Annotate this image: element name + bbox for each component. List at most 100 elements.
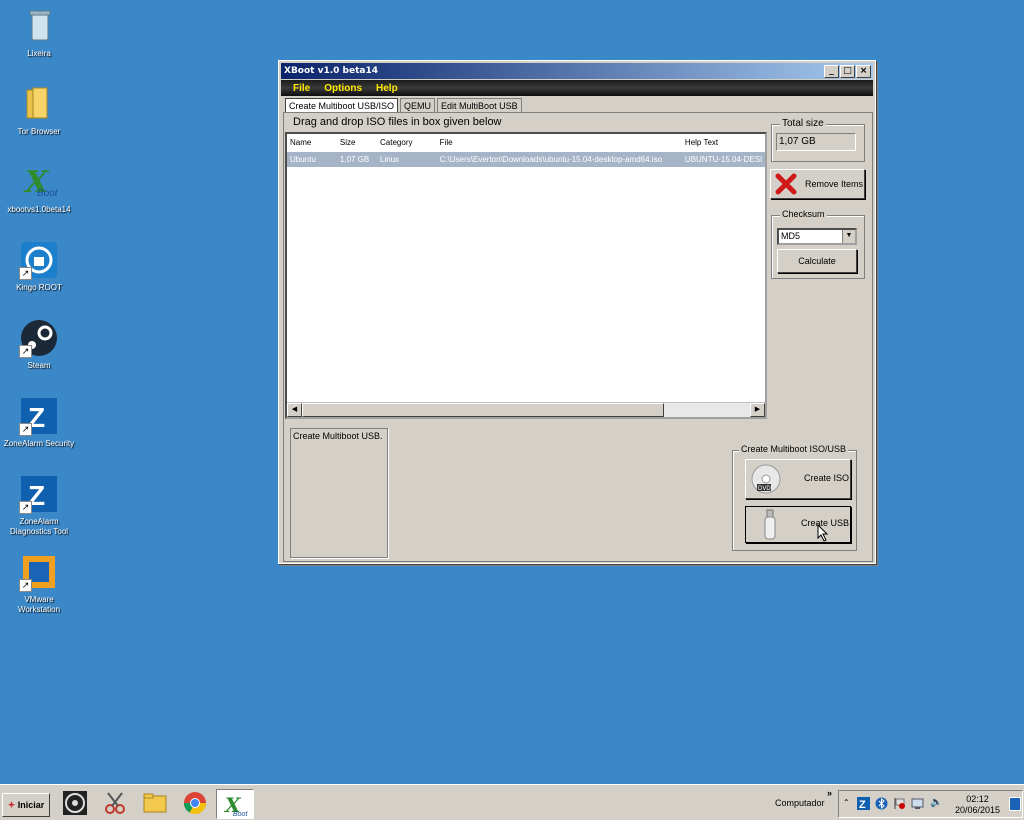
scroll-thumb[interactable]	[302, 403, 664, 417]
row-help: UBUNTU-15.04-DESI	[684, 155, 763, 164]
fan-icon	[63, 791, 87, 815]
folder-icon	[143, 793, 167, 813]
desktop-icon-label: ZoneAlarm Diagnostics Tool	[9, 517, 69, 536]
network-tray-icon[interactable]	[911, 797, 924, 810]
dvd-icon: DVD	[751, 464, 781, 494]
title-bar[interactable]: XBoot v1.0 beta14 _ □ ×	[281, 63, 873, 79]
total-size-legend: Total size	[780, 118, 826, 129]
total-size-group: Total size 1,07 GB	[771, 118, 865, 162]
row-name: Ubuntu	[290, 155, 316, 164]
volume-tray-icon[interactable]: 🔈	[930, 797, 942, 808]
column-category[interactable]: Category	[377, 134, 437, 152]
horizontal-scrollbar[interactable]: ◀ ▶	[287, 402, 765, 417]
scroll-right-button[interactable]: ▶	[750, 403, 765, 417]
remove-items-label: Remove Items	[805, 179, 864, 189]
taskbar-app-fan[interactable]	[60, 789, 90, 817]
steam-icon: ↗	[19, 318, 59, 358]
row-category: Linux	[380, 155, 400, 164]
desktop-icon-label: Kingo ROOT	[16, 283, 62, 292]
tab-strip: Create Multiboot USB/ISO QEMU Edit Multi…	[285, 98, 524, 113]
show-desktop-button[interactable]	[1009, 797, 1021, 811]
taskbar-app-explorer[interactable]	[140, 789, 170, 817]
desktop-icon-steam[interactable]: ↗ Steam	[0, 318, 78, 371]
calculate-button[interactable]: Calculate	[777, 249, 857, 273]
svg-text:DVD: DVD	[758, 486, 771, 492]
xboot-icon: XBoot	[19, 162, 59, 202]
desktop-icon-label: ZoneAlarm Security	[3, 439, 75, 448]
desktop-icon-label: Tor Browser	[17, 127, 61, 136]
desktop-icon-zonealarm-security[interactable]: Z ↗ ZoneAlarm Security	[0, 396, 78, 449]
usb-drive-icon	[764, 509, 776, 540]
mouse-cursor-icon	[817, 524, 829, 542]
window-title: XBoot v1.0 beta14	[284, 66, 378, 76]
column-file[interactable]: File	[437, 134, 682, 152]
menu-file[interactable]: File	[293, 83, 310, 94]
checksum-group: Checksum MD5 ▼ Calculate	[771, 209, 865, 279]
zonealarm-tray-icon[interactable]: Z	[857, 797, 870, 810]
chevron-down-icon[interactable]: ▼	[842, 230, 855, 243]
create-iso-button[interactable]: DVD Create ISO	[745, 459, 851, 499]
drag-hint: Drag and drop ISO files in box given bel…	[293, 116, 502, 128]
menu-options[interactable]: Options	[324, 83, 362, 94]
start-button[interactable]: ✦ Iniciar	[2, 793, 50, 817]
bluetooth-tray-icon[interactable]	[875, 797, 888, 810]
clock[interactable]: 02:12 20/06/2015	[955, 794, 1000, 816]
column-help-text[interactable]: Help Text	[682, 134, 765, 152]
taskbar-app-xboot[interactable]: X Boot	[216, 789, 254, 819]
desktop-icon-kingo-root[interactable]: ↗ Kingo ROOT	[0, 240, 78, 293]
svg-text:Boot: Boot	[37, 188, 59, 199]
checksum-select[interactable]: MD5 ▼	[777, 228, 857, 245]
menu-bar: File Options Help	[281, 80, 873, 96]
show-hidden-icons-icon[interactable]: ⌃	[843, 798, 850, 807]
system-tray: ⌃ Z 🔈 02:12 20/06/2015	[838, 790, 1023, 818]
computer-toolbar-label[interactable]: Computador	[775, 798, 825, 808]
row-file: C:\Users\Everton\Downloads\ubuntu-15.04-…	[439, 155, 663, 164]
zonealarm-icon: Z ↗	[19, 396, 59, 436]
status-box: Create Multiboot USB.	[290, 428, 388, 558]
action-center-flag-icon[interactable]	[893, 797, 906, 810]
windows-logo-icon: ✦	[7, 800, 16, 810]
list-header: Name Size Category File Help Text	[287, 134, 765, 152]
toolbar-expand-icon[interactable]: »	[827, 788, 832, 798]
create-usb-button[interactable]: Create USB	[745, 506, 851, 543]
column-name[interactable]: Name	[287, 134, 337, 152]
vmware-icon: ↗	[19, 552, 59, 592]
scroll-left-button[interactable]: ◀	[287, 403, 302, 417]
checksum-selected: MD5	[781, 231, 801, 241]
close-button[interactable]: ×	[856, 65, 871, 78]
kingo-root-icon: ↗	[19, 240, 59, 280]
svg-text:Z: Z	[859, 799, 866, 810]
taskbar: ✦ Iniciar X Boot Computador » ⌃ Z 🔈 02:12…	[0, 784, 1024, 820]
xboot-icon: XBoot	[223, 793, 248, 817]
minimize-button[interactable]: _	[824, 65, 839, 78]
menu-help[interactable]: Help	[376, 83, 398, 94]
list-row[interactable]: Ubuntu 1,07 GB Linux C:\Users\Everton\Do…	[287, 152, 765, 167]
desktop-icon-label: Lixeira	[27, 49, 51, 58]
desktop-icon-zonealarm-diagnostics[interactable]: Z ↗ ZoneAlarm Diagnostics Tool	[0, 474, 78, 537]
desktop-icon-vmware[interactable]: ↗ VMware Workstation	[0, 552, 78, 615]
desktop-icon-label: xbootvs1.0beta14	[7, 205, 71, 214]
tab-create-multiboot[interactable]: Create Multiboot USB/ISO	[285, 98, 399, 113]
taskbar-app-chrome[interactable]	[180, 789, 210, 817]
tab-edit-multiboot[interactable]: Edit MultiBoot USB	[437, 98, 522, 113]
create-multiboot-group: Create Multiboot ISO/USB DVD Create ISO …	[732, 444, 857, 551]
checksum-legend: Checksum	[780, 209, 827, 219]
desktop-icon-tor-browser[interactable]: Tor Browser	[0, 84, 78, 137]
folder-icon	[19, 84, 59, 124]
desktop-icon-recycle-bin[interactable]: Lixeira	[0, 6, 78, 59]
total-size-field: 1,07 GB	[776, 133, 856, 151]
desktop-icon-label: VMware Workstation	[17, 595, 61, 614]
desktop-icon-xboot[interactable]: X Boot xbootvs1.0beta14	[0, 162, 78, 215]
clock-time: 02:12	[966, 794, 989, 804]
remove-icon	[775, 173, 797, 195]
clock-date: 20/06/2015	[955, 805, 1001, 815]
column-size[interactable]: Size	[337, 134, 377, 152]
maximize-button[interactable]: □	[840, 65, 855, 78]
desktop-icon-label: Steam	[27, 361, 51, 370]
create-multiboot-legend: Create Multiboot ISO/USB	[739, 444, 849, 454]
tab-qemu[interactable]: QEMU	[400, 98, 436, 113]
start-label: Iniciar	[17, 800, 45, 810]
remove-items-button[interactable]: Remove Items	[770, 169, 865, 199]
iso-list[interactable]: Name Size Category File Help Text Ubuntu…	[285, 132, 767, 419]
taskbar-app-snipping[interactable]	[100, 789, 130, 817]
